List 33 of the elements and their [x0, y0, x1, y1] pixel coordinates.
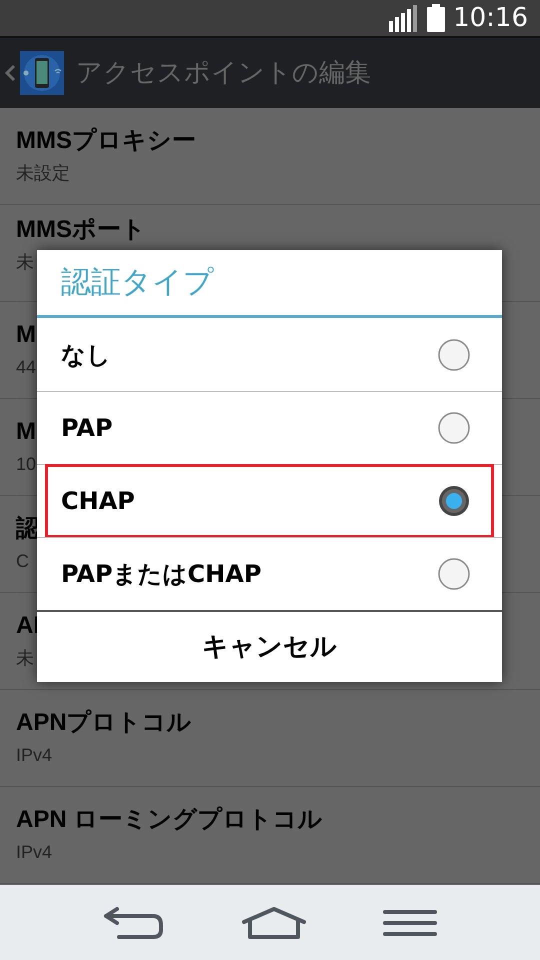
setting-value: C [16, 550, 29, 573]
radio-option[interactable]: PAPまたはCHAP [37, 537, 502, 610]
radio-checked-icon [438, 485, 470, 517]
radio-option[interactable]: なし [37, 318, 502, 391]
dialog-title: 認証タイプ [37, 250, 502, 318]
radio-unchecked-icon [438, 558, 470, 590]
radio-option[interactable]: CHAP [37, 464, 502, 537]
setting-title: MMSプロキシー [16, 126, 196, 156]
clock: 10:16 [453, 5, 528, 31]
radio-unchecked-icon [438, 412, 470, 444]
menu-icon[interactable] [383, 908, 438, 936]
setting-value: 未 [16, 647, 34, 670]
signal-icon [389, 4, 420, 32]
battery-icon [427, 4, 446, 32]
setting-title: MMSポート [16, 215, 146, 245]
setting-value: IPv4 [16, 841, 52, 864]
setting-value: 10 [16, 453, 36, 476]
screen-title: アクセスポイントの編集 [76, 56, 371, 90]
setting-value: 未 [16, 251, 34, 274]
setting-title: APN ローミングプロトコル [16, 805, 322, 835]
back-caret-icon[interactable] [4, 63, 16, 83]
setting-title: M [16, 320, 36, 350]
setting-value: 未設定 [16, 162, 70, 185]
home-icon[interactable] [242, 906, 306, 938]
radio-option[interactable]: PAP [37, 391, 502, 464]
cancel-button[interactable]: キャンセル [37, 610, 502, 682]
back-icon[interactable] [102, 906, 165, 940]
phone-app-icon [20, 51, 64, 95]
setting-value: 44 [16, 356, 36, 379]
setting-value: IPv4 [16, 744, 52, 767]
radio-unchecked-icon [438, 338, 470, 370]
setting-title: M [16, 417, 36, 447]
setting-title: APNプロトコル [16, 708, 192, 738]
